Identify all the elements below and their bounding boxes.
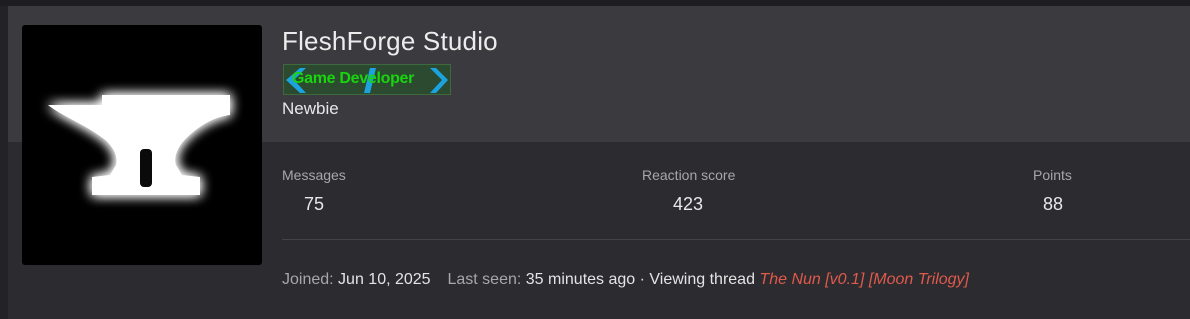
banner-text: Game Developer (292, 70, 415, 87)
anvil-icon (48, 95, 230, 195)
stat-label-points: Points (1033, 167, 1072, 183)
divider (282, 239, 1190, 240)
stat-label-messages: Messages (282, 167, 346, 183)
member-profile-card: FleshForge Studio Game Developer Newbie … (0, 0, 1190, 319)
joined-date: Jun 10, 2025 (338, 271, 431, 288)
avatar[interactable] (22, 25, 262, 265)
stat-value-messages[interactable]: 75 (304, 194, 324, 215)
thread-link[interactable]: The Nun [v0.1] [Moon Trilogy] (759, 271, 969, 288)
username[interactable]: FleshForge Studio (282, 26, 498, 57)
stat-value-points[interactable]: 88 (1043, 194, 1063, 215)
meta-separator: · (639, 271, 645, 288)
activity-text: Viewing thread (649, 271, 755, 288)
user-banner: Game Developer (283, 64, 451, 95)
stat-label-reaction-score: Reaction score (642, 167, 736, 183)
joined-label: Joined: (282, 271, 334, 288)
stat-value-reaction-score[interactable]: 423 (673, 194, 703, 215)
last-seen-time: 35 minutes ago (525, 271, 636, 288)
user-title: Newbie (282, 99, 339, 118)
left-rail (0, 6, 8, 319)
last-seen-label: Last seen: (447, 271, 522, 288)
member-meta: Joined: Jun 10, 2025 Last seen: 35 minut… (282, 271, 969, 289)
